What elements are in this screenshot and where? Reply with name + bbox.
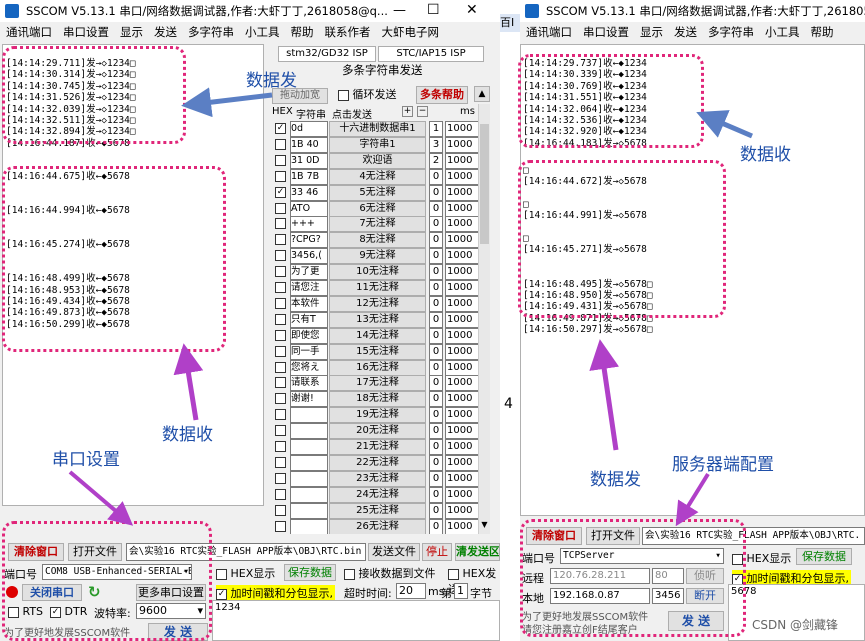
label-right-server: 服务器端配置 [672,455,774,475]
arrow-left-recv [173,343,204,421]
label-left-port: 串口设置 [52,450,120,470]
arrow-left-port [68,470,134,526]
label-right-send: 数据发 [590,470,641,490]
label-right-recv: 数据收 [740,145,791,165]
label-left-recv: 数据收 [162,425,213,445]
watermark: CSDN @剑藏锋 [752,618,839,632]
arrow-left-send [181,87,273,118]
arrow-right-server [675,472,710,527]
label-left-send: 数据发 [246,71,297,91]
arrow-right-send [589,339,620,451]
arrow-right-recv [696,110,753,139]
annotation-arrows [68,87,753,527]
